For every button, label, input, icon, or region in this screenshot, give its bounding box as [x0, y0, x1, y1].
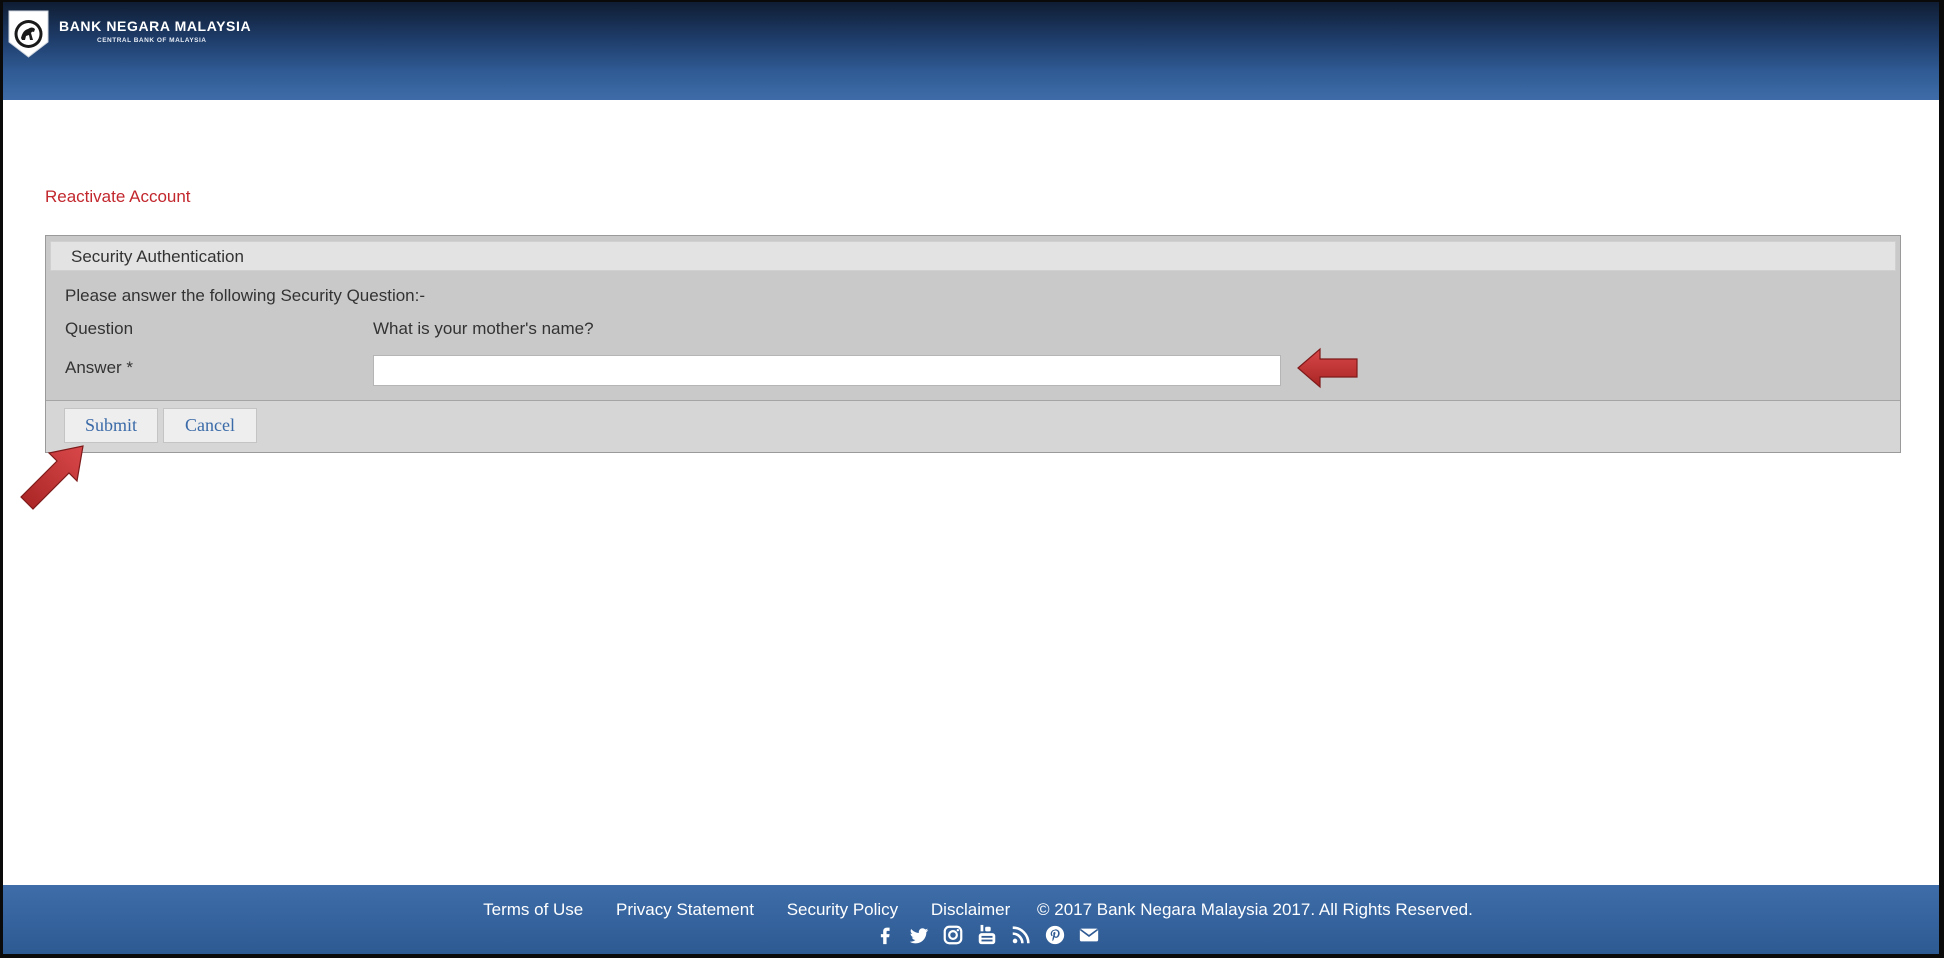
- instruction-text: Please answer the following Security Que…: [65, 286, 426, 305]
- page-title: Reactivate Account: [45, 187, 191, 206]
- site-footer: Terms of Use Privacy Statement Security …: [3, 885, 1939, 954]
- brand-title: BANK NEGARA MALAYSIA: [59, 18, 252, 34]
- security-policy-link[interactable]: Security Policy: [787, 900, 898, 919]
- youtube-icon[interactable]: [974, 923, 999, 948]
- twitter-icon[interactable]: [906, 923, 931, 948]
- instagram-icon[interactable]: [940, 923, 965, 948]
- disclaimer-link[interactable]: Disclaimer: [931, 900, 1010, 919]
- arrow-up-right-icon: [20, 445, 84, 510]
- arrow-left-icon: [1297, 347, 1358, 389]
- privacy-statement-link[interactable]: Privacy Statement: [616, 900, 754, 919]
- panel-header: Security Authentication: [50, 241, 1896, 271]
- terms-of-use-link[interactable]: Terms of Use: [483, 900, 583, 919]
- facebook-icon[interactable]: [872, 923, 897, 948]
- browser-viewport: BANK NEGARA MALAYSIA CENTRAL BANK OF MAL…: [3, 2, 1939, 954]
- copyright-text: © 2017 Bank Negara Malaysia 2017. All Ri…: [1036, 900, 1473, 919]
- brand-subtitle: CENTRAL BANK OF MALAYSIA: [97, 37, 207, 44]
- question-value: What is your mother's name?: [373, 319, 594, 338]
- question-label: Question: [65, 319, 134, 338]
- footer-links: Terms of Use Privacy Statement Security …: [3, 900, 1939, 920]
- site-header: BANK NEGARA MALAYSIA CENTRAL BANK OF MAL…: [3, 2, 1939, 100]
- pinterest-icon[interactable]: [1042, 923, 1067, 948]
- button-bar: Submit Cancel: [46, 400, 1900, 452]
- social-icons: [872, 922, 1101, 948]
- rss-icon[interactable]: [1008, 923, 1033, 948]
- answer-input[interactable]: [373, 355, 1281, 386]
- cancel-button[interactable]: Cancel: [163, 408, 257, 443]
- email-icon[interactable]: [1076, 923, 1101, 948]
- answer-label: Answer *: [65, 358, 134, 377]
- security-auth-panel: Security Authentication Please answer th…: [45, 235, 1901, 453]
- bnm-logo-icon[interactable]: [8, 10, 49, 58]
- section-title: Security Authentication: [71, 247, 244, 266]
- submit-button[interactable]: Submit: [64, 408, 158, 443]
